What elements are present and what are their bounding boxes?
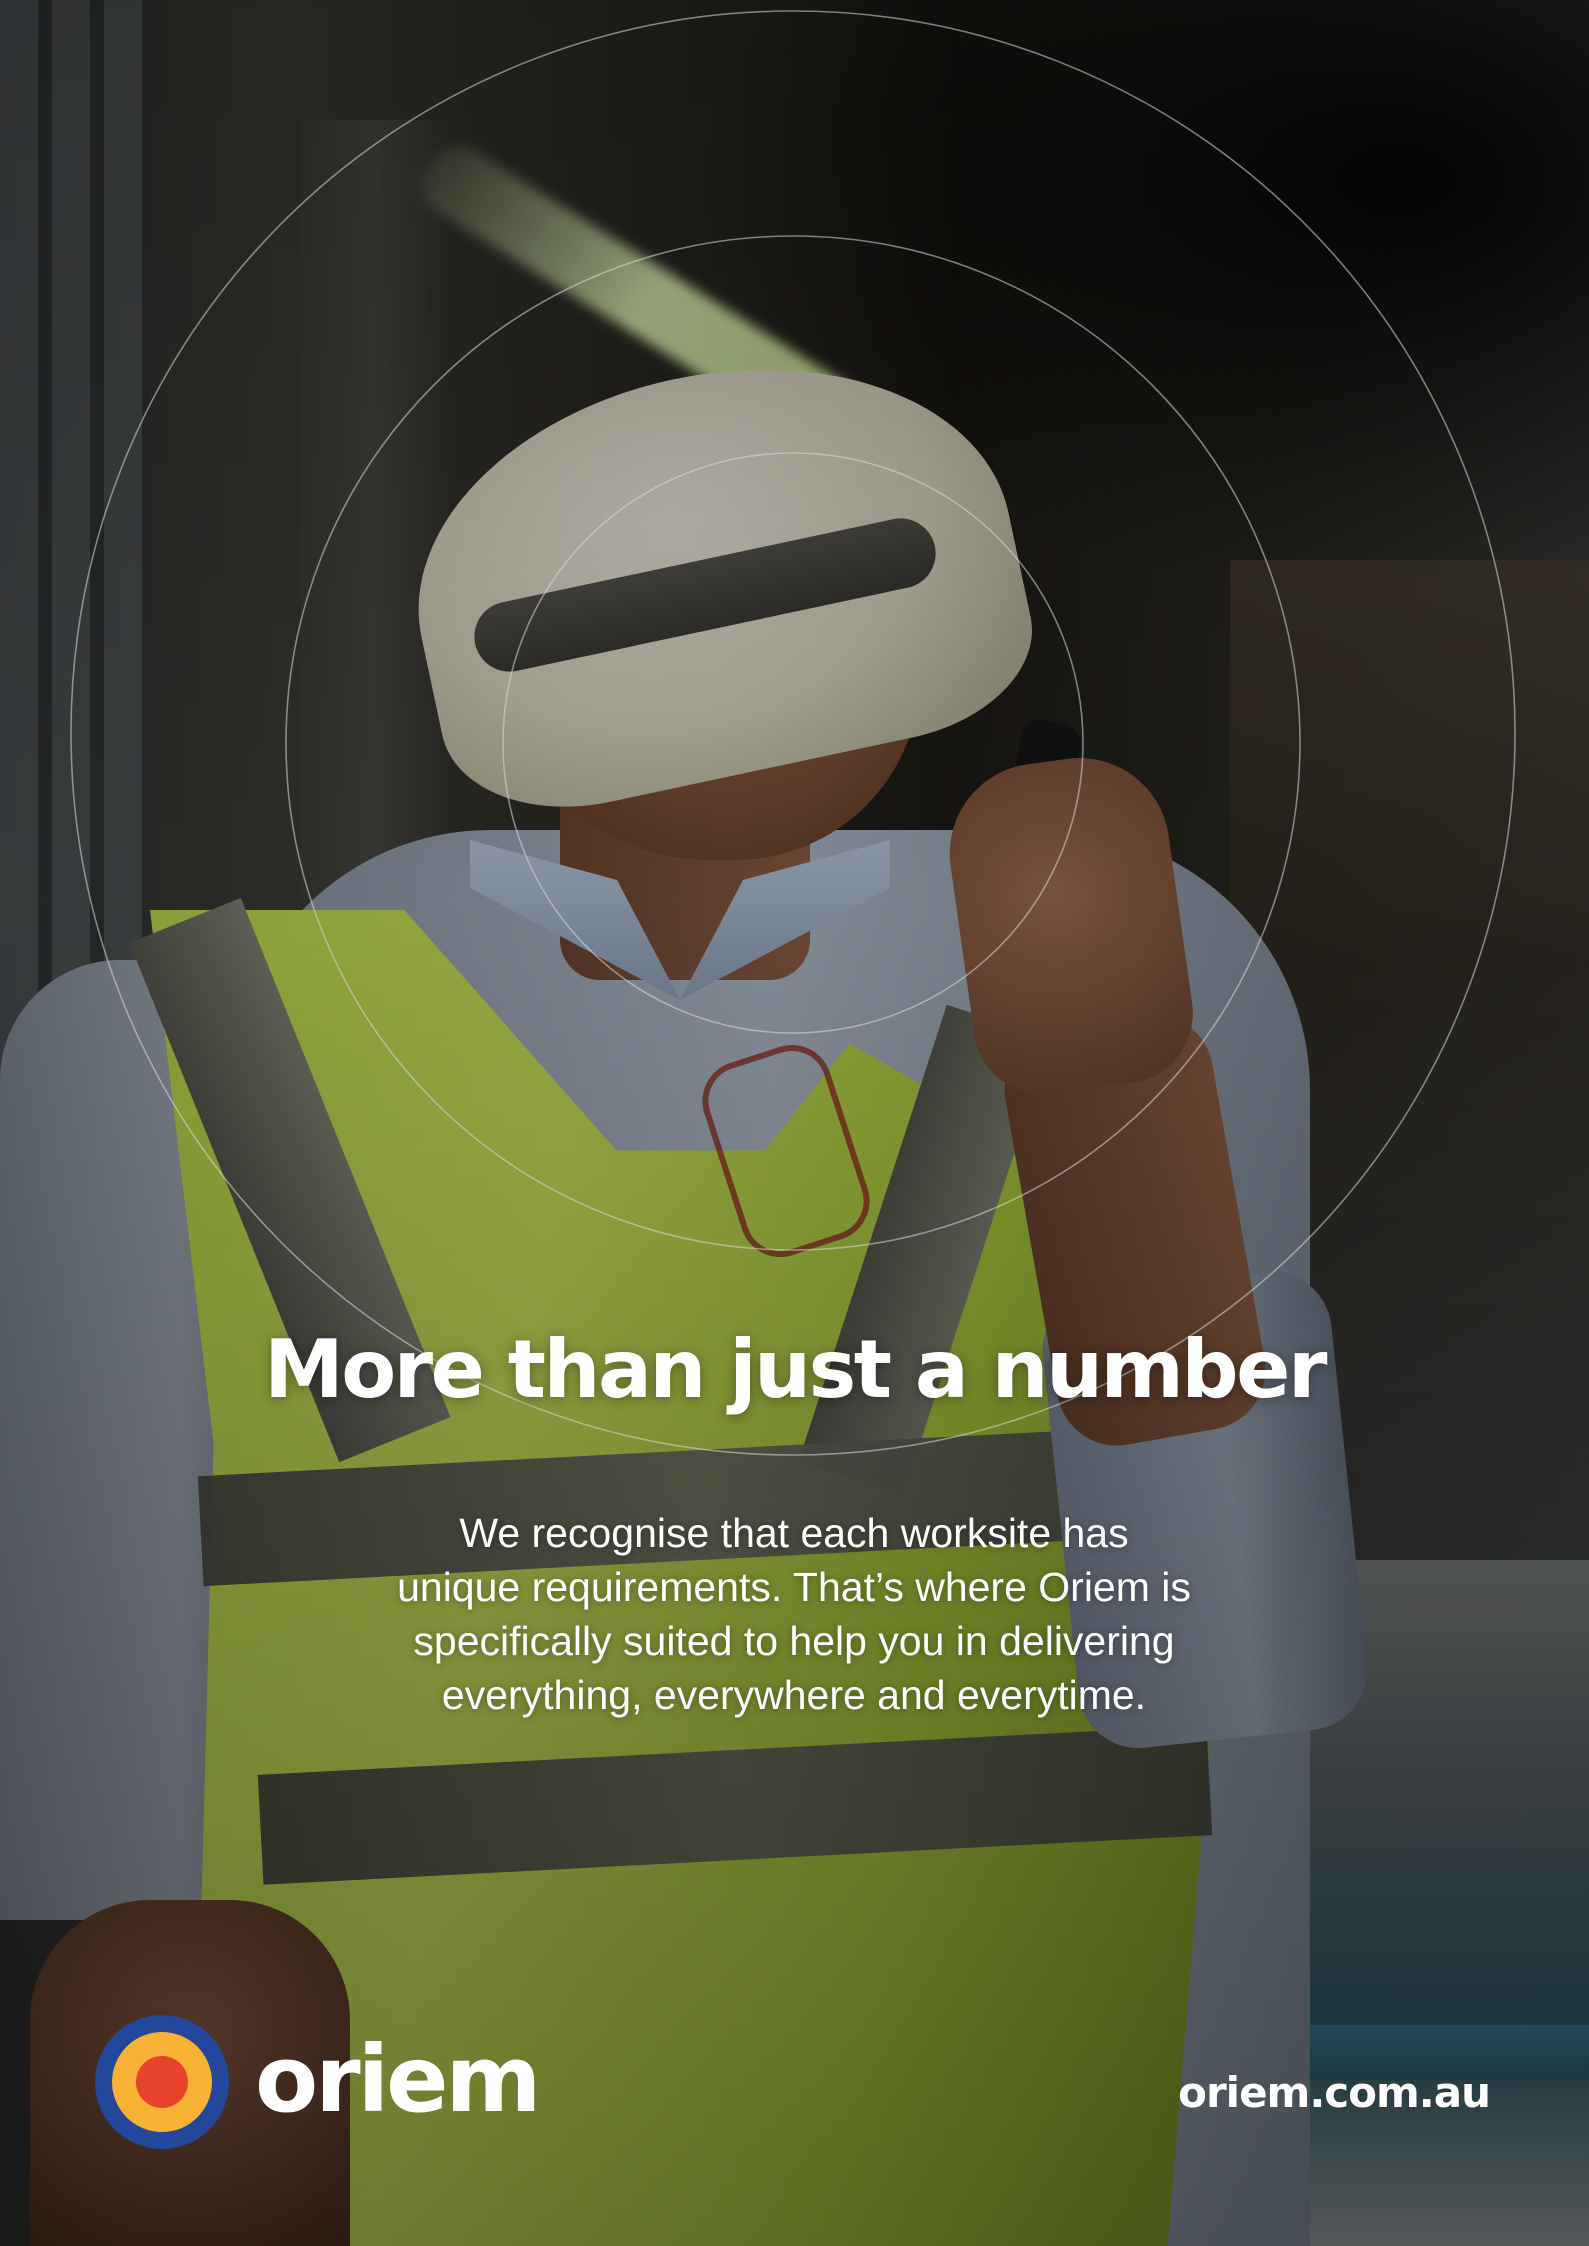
oriem-logo: oriem — [95, 2015, 541, 2155]
logo-mark-icon — [95, 2015, 229, 2149]
body-line: specifically suited to help you in deliv… — [413, 1618, 1175, 1664]
website-url: oriem.com.au — [1178, 2068, 1491, 2117]
ring-middle — [285, 235, 1301, 1251]
logo-wordmark: oriem — [255, 2026, 541, 2133]
poster: More than just a number We recognise tha… — [0, 0, 1589, 2246]
body-line: unique requirements. That’s where Oriem … — [397, 1564, 1191, 1610]
ring-outer — [70, 10, 1516, 1456]
body-line: We recognise that each worksite has — [459, 1510, 1129, 1556]
headline: More than just a number — [264, 1323, 1327, 1416]
logo-mark-core — [136, 2056, 188, 2108]
body-copy: We recognise that each worksite has uniq… — [344, 1506, 1244, 1722]
ring-inner — [502, 452, 1084, 1034]
concentric-rings — [70, 10, 1516, 1456]
body-line: everything, everywhere and everytime. — [441, 1672, 1147, 1718]
